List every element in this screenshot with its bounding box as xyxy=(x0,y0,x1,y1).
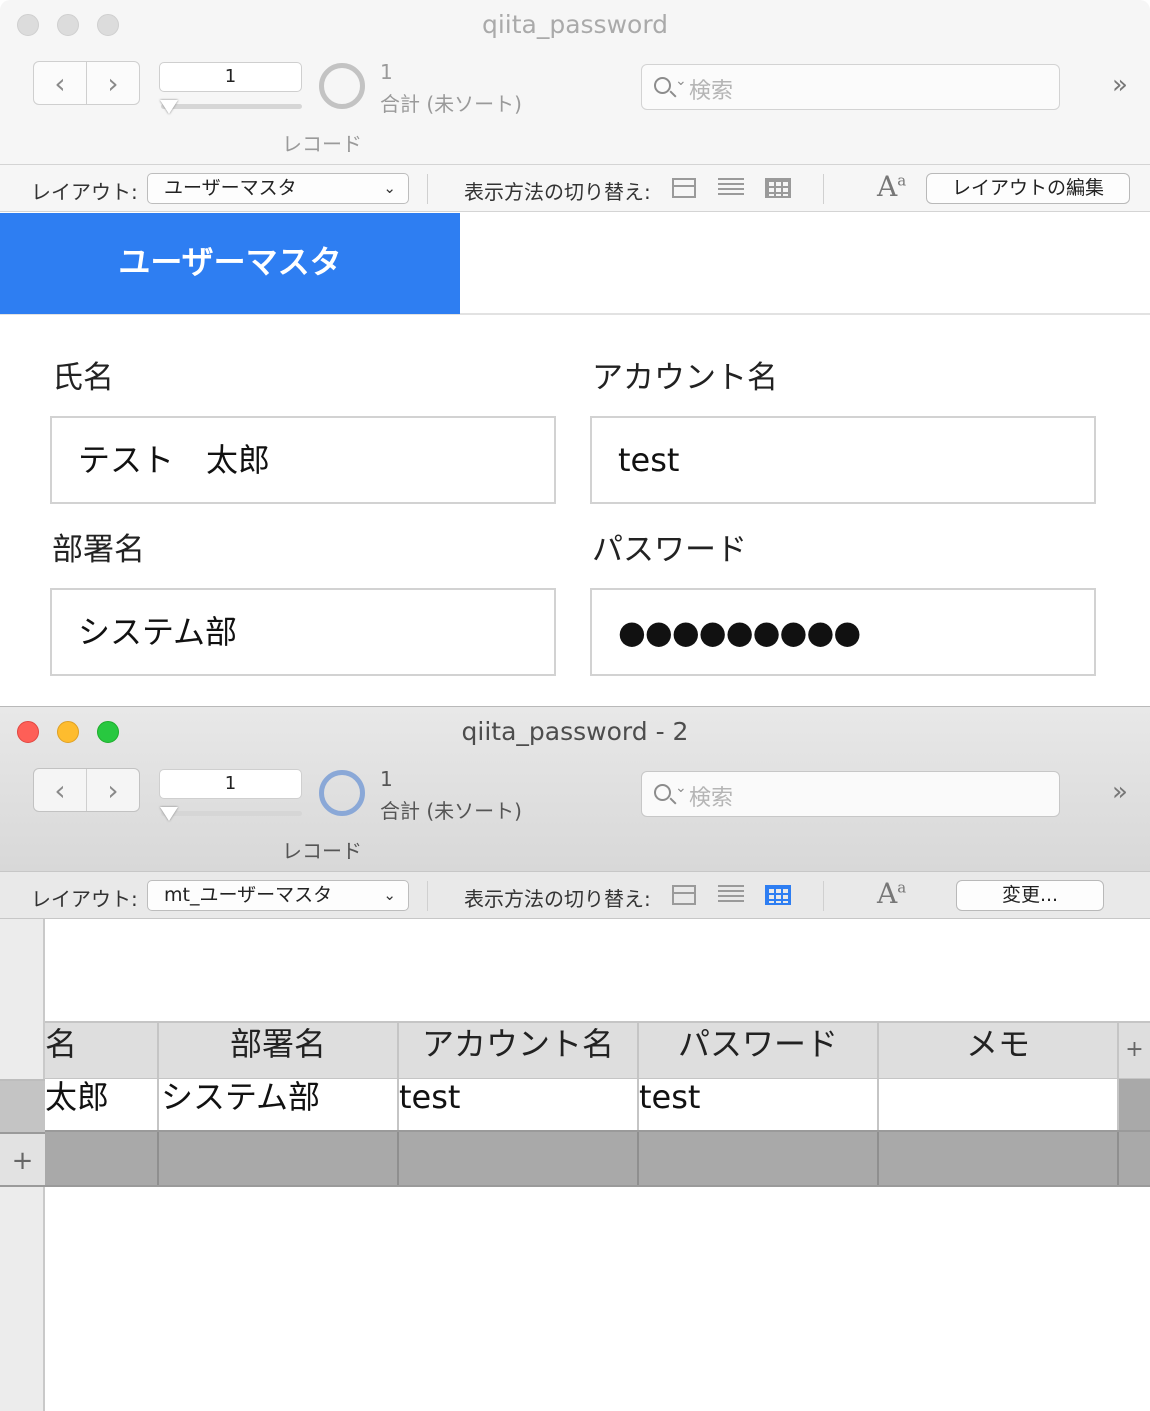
add-column-icon[interactable]: + xyxy=(1117,1023,1150,1079)
more-toolbar-icon[interactable]: » xyxy=(1112,70,1128,100)
cell-dept[interactable]: システム部 xyxy=(157,1079,397,1130)
chevron-down-icon: ⌄ xyxy=(675,73,687,89)
form-view-icon[interactable] xyxy=(672,178,696,198)
dept-field[interactable]: システム部 xyxy=(50,588,556,676)
view-switch-label: 表示方法の切り替え: xyxy=(464,180,651,204)
search-icon xyxy=(654,77,671,94)
more-toolbar-icon[interactable]: » xyxy=(1112,777,1128,807)
toolbar: qiita_password ‹ › 1 レコード 1 合計 (未ソート) ⌄ … xyxy=(0,0,1150,164)
divider xyxy=(427,881,428,911)
chevron-down-icon: ⌄ xyxy=(675,780,687,796)
new-row-cell xyxy=(877,1132,1117,1185)
search-placeholder: 検索 xyxy=(689,79,734,104)
name-label: 氏名 xyxy=(52,360,114,396)
column-header-memo[interactable]: メモ xyxy=(877,1023,1117,1079)
prev-record-button[interactable]: ‹ xyxy=(34,769,86,811)
window-form-view: qiita_password ‹ › 1 レコード 1 合計 (未ソート) ⌄ … xyxy=(0,0,1150,706)
record-nav: ‹ › xyxy=(33,61,140,105)
layout-select-value: ユーザーマスタ xyxy=(164,177,297,199)
chevron-down-icon: ⌄ xyxy=(383,179,396,197)
table-header: 名 部署名 アカウント名 パスワード メモ + xyxy=(0,1021,1150,1079)
cell-memo[interactable] xyxy=(877,1079,1117,1130)
cell-account[interactable]: test xyxy=(397,1079,637,1130)
new-row-cell xyxy=(1117,1132,1150,1185)
record-label: レコード xyxy=(282,839,362,863)
search-input[interactable]: ⌄ 検索 xyxy=(641,64,1060,110)
change-button[interactable]: 変更... xyxy=(956,880,1104,911)
new-row-cell xyxy=(157,1132,397,1185)
window-table-view: qiita_password - 2 ‹ › 1 レコード 1 合計 (未ソート… xyxy=(0,706,1150,1411)
prev-record-button[interactable]: ‹ xyxy=(34,62,86,104)
chevron-right-icon: › xyxy=(107,66,119,100)
record-slider-knob[interactable] xyxy=(160,100,178,114)
column-header-password[interactable]: パスワード xyxy=(637,1023,877,1079)
found-count: 1 xyxy=(380,767,393,791)
cell-name[interactable]: 太郎 xyxy=(45,1079,157,1130)
record-slider-knob[interactable] xyxy=(160,807,178,821)
chevron-right-icon: › xyxy=(107,773,119,807)
text-format-icon[interactable]: Aa xyxy=(877,170,906,203)
layout-select[interactable]: ユーザーマスタ ⌄ xyxy=(147,173,409,204)
record-number-field[interactable]: 1 xyxy=(159,769,302,799)
chevron-left-icon: ‹ xyxy=(54,66,66,100)
row-selector[interactable] xyxy=(0,1079,45,1132)
add-record-icon[interactable]: + xyxy=(0,1132,45,1187)
password-field[interactable]: ●●●●●●●●● xyxy=(590,588,1096,676)
text-format-icon[interactable]: Aa xyxy=(877,877,906,910)
record-number-field[interactable]: 1 xyxy=(159,62,302,92)
record-label: レコード xyxy=(282,132,362,156)
record-slider[interactable] xyxy=(161,811,302,816)
next-record-button[interactable]: › xyxy=(86,769,139,811)
table-view-icon[interactable] xyxy=(765,885,791,905)
new-record-row[interactable] xyxy=(45,1132,1150,1187)
row-end xyxy=(1117,1079,1150,1130)
found-count: 1 xyxy=(380,60,393,84)
chevron-down-icon: ⌄ xyxy=(383,886,396,904)
layout-select[interactable]: mt_ユーザーマスタ ⌄ xyxy=(147,880,409,911)
layout-select-value: mt_ユーザーマスタ xyxy=(164,884,333,906)
table-row[interactable]: 太郎 システム部 test test xyxy=(45,1079,1150,1132)
layout-bar: レイアウト: mt_ユーザーマスタ ⌄ 表示方法の切り替え: Aa 変更... xyxy=(0,871,1150,919)
divider xyxy=(427,174,428,204)
list-view-icon[interactable] xyxy=(718,885,744,905)
chevron-left-icon: ‹ xyxy=(54,773,66,807)
window-title: qiita_password - 2 xyxy=(461,717,689,746)
next-record-button[interactable]: › xyxy=(86,62,139,104)
pie-chart-icon xyxy=(319,770,365,816)
dept-label: 部署名 xyxy=(52,532,145,568)
column-header-dept[interactable]: 部署名 xyxy=(157,1023,397,1079)
account-label: アカウント名 xyxy=(592,360,778,396)
divider xyxy=(823,881,824,911)
form-view-icon[interactable] xyxy=(672,885,696,905)
account-field[interactable]: test xyxy=(590,416,1096,504)
header-title: ユーザーマスタ xyxy=(0,213,460,314)
cell-password[interactable]: test xyxy=(637,1079,877,1130)
search-icon xyxy=(654,784,671,801)
view-switch-label: 表示方法の切り替え: xyxy=(464,887,651,911)
table-view: 名 部署名 アカウント名 パスワード メモ + 太郎 システム部 test te… xyxy=(0,919,1150,1411)
toolbar: qiita_password - 2 ‹ › 1 レコード 1 合計 (未ソート… xyxy=(0,707,1150,871)
layout-bar: レイアウト: ユーザーマスタ ⌄ 表示方法の切り替え: Aa レイアウトの編集 xyxy=(0,164,1150,212)
record-nav: ‹ › xyxy=(33,768,140,812)
divider xyxy=(823,174,824,204)
password-label: パスワード xyxy=(592,532,747,568)
total-label: 合計 (未ソート) xyxy=(380,799,522,823)
new-row-cell xyxy=(397,1132,637,1185)
row-gutter: + xyxy=(0,919,45,1411)
search-placeholder: 検索 xyxy=(689,786,734,811)
window-title: qiita_password xyxy=(481,10,669,39)
layout-label: レイアウト: xyxy=(31,887,138,911)
list-view-icon[interactable] xyxy=(718,178,744,198)
edit-layout-button[interactable]: レイアウトの編集 xyxy=(926,173,1130,204)
pie-chart-icon xyxy=(319,63,365,109)
new-row-cell xyxy=(637,1132,877,1185)
layout-label: レイアウト: xyxy=(31,180,138,204)
name-field[interactable]: テスト 太郎 xyxy=(50,416,556,504)
search-input[interactable]: ⌄ 検索 xyxy=(641,771,1060,817)
column-header-name[interactable]: 名 xyxy=(45,1023,157,1079)
total-label: 合計 (未ソート) xyxy=(380,92,522,116)
column-header-account[interactable]: アカウント名 xyxy=(397,1023,637,1079)
record-slider[interactable] xyxy=(161,104,302,109)
table-view-icon[interactable] xyxy=(765,178,791,198)
